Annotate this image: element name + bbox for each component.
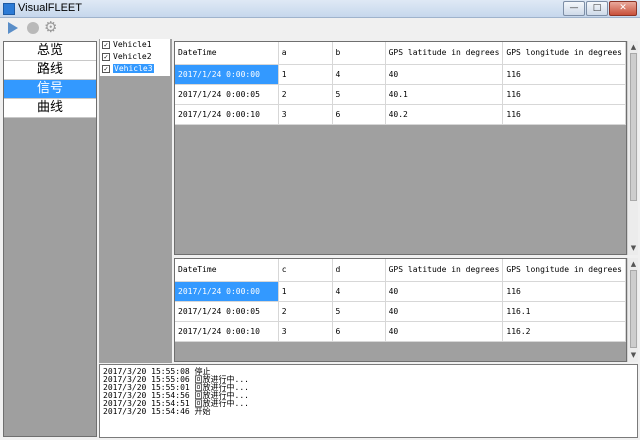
table-cell[interactable]: 116 <box>502 281 626 302</box>
table-cell[interactable]: 1 <box>278 281 333 302</box>
table-cell[interactable]: 40 <box>385 281 504 302</box>
vehicle-checklist: ✓ Vehicle1 ✓ Vehicle2 ✓ Vehicle3 <box>100 39 170 76</box>
column-header[interactable]: a <box>278 42 333 65</box>
table-cell[interactable]: 40.1 <box>385 84 504 105</box>
table-cell[interactable]: 3 <box>278 104 333 125</box>
table-row[interactable]: 2017/1/24 0:00:10 3 6 40 116.2 <box>175 321 626 342</box>
table-row[interactable]: 2017/1/24 0:00:05 2 5 40.1 116 <box>175 84 626 105</box>
table-cell[interactable]: 40 <box>385 301 504 322</box>
scroll-thumb[interactable] <box>630 53 637 201</box>
vehicle-item[interactable]: ✓ Vehicle3 <box>100 63 170 75</box>
toolbar: ⚙ <box>0 19 640 38</box>
play-icon[interactable] <box>8 22 18 34</box>
table-cell[interactable]: 116.2 <box>502 321 626 342</box>
vehicle-item[interactable]: ✓ Vehicle2 <box>100 51 170 63</box>
scrollbar-top[interactable]: ▲ ▼ <box>627 41 638 255</box>
scroll-up-icon[interactable]: ▲ <box>629 42 638 52</box>
scroll-thumb[interactable] <box>630 270 637 348</box>
table-row[interactable]: 2017/1/24 0:00:00 1 4 40 116 <box>175 64 626 85</box>
column-header[interactable]: GPS longitude in degrees <box>502 259 626 282</box>
table-cell[interactable]: 116.1 <box>502 301 626 322</box>
table-cell[interactable]: 116 <box>502 104 626 125</box>
nav-item[interactable]: 曲线 <box>4 99 96 118</box>
window-title: VisualFLEET <box>18 2 82 14</box>
table-cell[interactable]: 2017/1/24 0:00:00 <box>175 281 279 302</box>
table-cell[interactable]: 2 <box>278 301 333 322</box>
table-cell[interactable]: 1 <box>278 64 333 85</box>
table-cell[interactable]: 2 <box>278 84 333 105</box>
column-header[interactable]: DateTime <box>175 42 279 65</box>
vehicle-label: Vehicle2 <box>113 52 152 61</box>
table-cell[interactable]: 4 <box>332 281 386 302</box>
table-cell[interactable]: 2017/1/24 0:00:10 <box>175 321 279 342</box>
navigation-panel: 总览 路线 信号 曲线 <box>3 41 97 437</box>
table-cell[interactable]: 2017/1/24 0:00:05 <box>175 84 279 105</box>
gear-icon[interactable]: ⚙ <box>44 20 59 35</box>
column-header[interactable]: GPS latitude in degrees <box>385 42 504 65</box>
maximize-button[interactable]: □ <box>586 1 608 16</box>
data-table-top: DateTime a b GPS latitude in degrees GPS lon… <box>175 42 626 125</box>
table-cell[interactable]: 116 <box>502 64 626 85</box>
column-header[interactable]: GPS latitude in degrees <box>385 259 504 282</box>
table-cell[interactable]: 40.2 <box>385 104 504 125</box>
vehicle-checkbox[interactable]: ✓ <box>102 53 110 61</box>
vehicle-label: Vehicle1 <box>113 40 152 49</box>
table-cell[interactable]: 2017/1/24 0:00:00 <box>175 64 279 85</box>
table-cell[interactable]: 5 <box>332 301 386 322</box>
nav-item[interactable]: 总览 <box>4 42 96 61</box>
table-cell[interactable]: 6 <box>332 321 386 342</box>
table-cell[interactable]: 4 <box>332 64 386 85</box>
title-bar: VisualFLEET — □ ✕ <box>0 0 640 18</box>
data-table-bottom: DateTime c d GPS latitude in degrees GPS lon… <box>175 259 626 342</box>
table-row[interactable]: 2017/1/24 0:00:05 2 5 40 116.1 <box>175 301 626 322</box>
column-header[interactable]: b <box>332 42 386 65</box>
table-cell[interactable]: 5 <box>332 84 386 105</box>
scroll-down-icon[interactable]: ▼ <box>629 350 638 360</box>
minimize-button[interactable]: — <box>563 1 585 16</box>
column-header[interactable]: d <box>332 259 386 282</box>
scroll-up-icon[interactable]: ▲ <box>629 259 638 269</box>
table-cell[interactable]: 2017/1/24 0:00:05 <box>175 301 279 322</box>
column-header[interactable]: c <box>278 259 333 282</box>
scroll-down-icon[interactable]: ▼ <box>629 243 638 253</box>
vehicle-checkbox[interactable]: ✓ <box>102 65 110 73</box>
table-cell[interactable]: 40 <box>385 64 504 85</box>
table-cell[interactable]: 3 <box>278 321 333 342</box>
log-panel[interactable]: 2017/3/20 15:55:08 停止 2017/3/20 15:55:06 … <box>99 364 638 438</box>
table-cell[interactable]: 40 <box>385 321 504 342</box>
log-line: 2017/3/20 15:54:46 开始 <box>103 407 211 416</box>
stop-icon[interactable] <box>27 22 39 34</box>
column-header[interactable]: GPS longitude in degrees <box>502 42 626 65</box>
column-header[interactable]: DateTime <box>175 259 279 282</box>
signal-grid-bottom: DateTime c d GPS latitude in degrees GPS lon… <box>174 258 627 362</box>
table-cell[interactable]: 116 <box>502 84 626 105</box>
nav-item[interactable]: 路线 <box>4 61 96 80</box>
nav-item[interactable]: 信号 <box>4 80 96 99</box>
app-icon <box>3 3 15 15</box>
table-cell[interactable]: 6 <box>332 104 386 125</box>
table-row[interactable]: 2017/1/24 0:00:00 1 4 40 116 <box>175 281 626 302</box>
table-cell[interactable]: 2017/1/24 0:00:10 <box>175 104 279 125</box>
signal-grid-top: DateTime a b GPS latitude in degrees GPS lon… <box>174 41 627 255</box>
vehicle-label: Vehicle3 <box>113 64 154 73</box>
scrollbar-bottom[interactable]: ▲ ▼ <box>627 258 638 362</box>
table-row[interactable]: 2017/1/24 0:00:10 3 6 40.2 116 <box>175 104 626 125</box>
vehicle-item[interactable]: ✓ Vehicle1 <box>100 39 170 51</box>
close-button[interactable]: ✕ <box>609 1 637 16</box>
vehicle-checkbox[interactable]: ✓ <box>102 41 110 49</box>
vehicle-list-panel: ✓ Vehicle1 ✓ Vehicle2 ✓ Vehicle3 <box>99 39 172 363</box>
